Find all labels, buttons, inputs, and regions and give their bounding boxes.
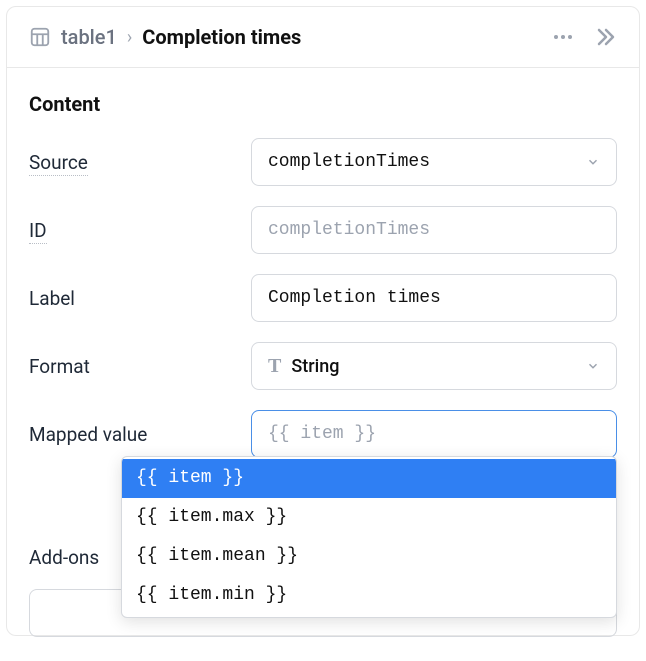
- source-select[interactable]: completionTimes: [251, 138, 617, 186]
- autocomplete-dropdown: {{ item }} {{ item.max }} {{ item.mean }…: [121, 456, 617, 618]
- dropdown-item[interactable]: {{ item.max }}: [122, 498, 616, 537]
- label-mapped-value: Mapped value: [29, 423, 239, 446]
- row-source: Source completionTimes: [29, 138, 617, 186]
- label-source: Source: [29, 151, 239, 174]
- panel-body: Content Source completionTimes ID comple…: [7, 68, 639, 661]
- string-type-icon: T: [268, 355, 281, 378]
- section-heading: Content: [29, 92, 617, 116]
- label-format: Format: [29, 355, 239, 378]
- breadcrumb-parent[interactable]: table1: [61, 25, 117, 49]
- header-actions: [551, 25, 617, 49]
- mapped-value-placeholder: {{ item }}: [268, 424, 376, 444]
- table-icon: [29, 26, 51, 48]
- mapped-value-input[interactable]: {{ item }}: [251, 410, 617, 458]
- dropdown-item[interactable]: {{ item.mean }}: [122, 537, 616, 576]
- row-mapped-value: Mapped value {{ item }} {{ item }} {{ it…: [29, 410, 617, 458]
- config-panel: table1 › Completion times Content Source…: [6, 6, 640, 636]
- dropdown-item[interactable]: {{ item.min }}: [122, 576, 616, 615]
- row-label: Label Completion times: [29, 274, 617, 322]
- format-select[interactable]: T String: [251, 342, 617, 390]
- panel-header: table1 › Completion times: [7, 7, 639, 68]
- row-id: ID completionTimes: [29, 206, 617, 254]
- collapse-icon[interactable]: [593, 25, 617, 49]
- row-format: Format T String: [29, 342, 617, 390]
- id-input[interactable]: completionTimes: [251, 206, 617, 254]
- chevron-down-icon: [586, 359, 600, 373]
- source-value: completionTimes: [268, 152, 430, 172]
- chevron-down-icon: [586, 155, 600, 169]
- dropdown-item[interactable]: {{ item }}: [122, 459, 616, 498]
- label-id: ID: [29, 219, 239, 242]
- breadcrumb-current: Completion times: [142, 25, 301, 49]
- format-value: String: [291, 356, 339, 377]
- label-label: Label: [29, 287, 239, 310]
- label-input[interactable]: Completion times: [251, 274, 617, 322]
- breadcrumb-separator: ›: [127, 27, 132, 48]
- breadcrumb: table1 › Completion times: [29, 25, 551, 49]
- more-icon[interactable]: [551, 25, 575, 49]
